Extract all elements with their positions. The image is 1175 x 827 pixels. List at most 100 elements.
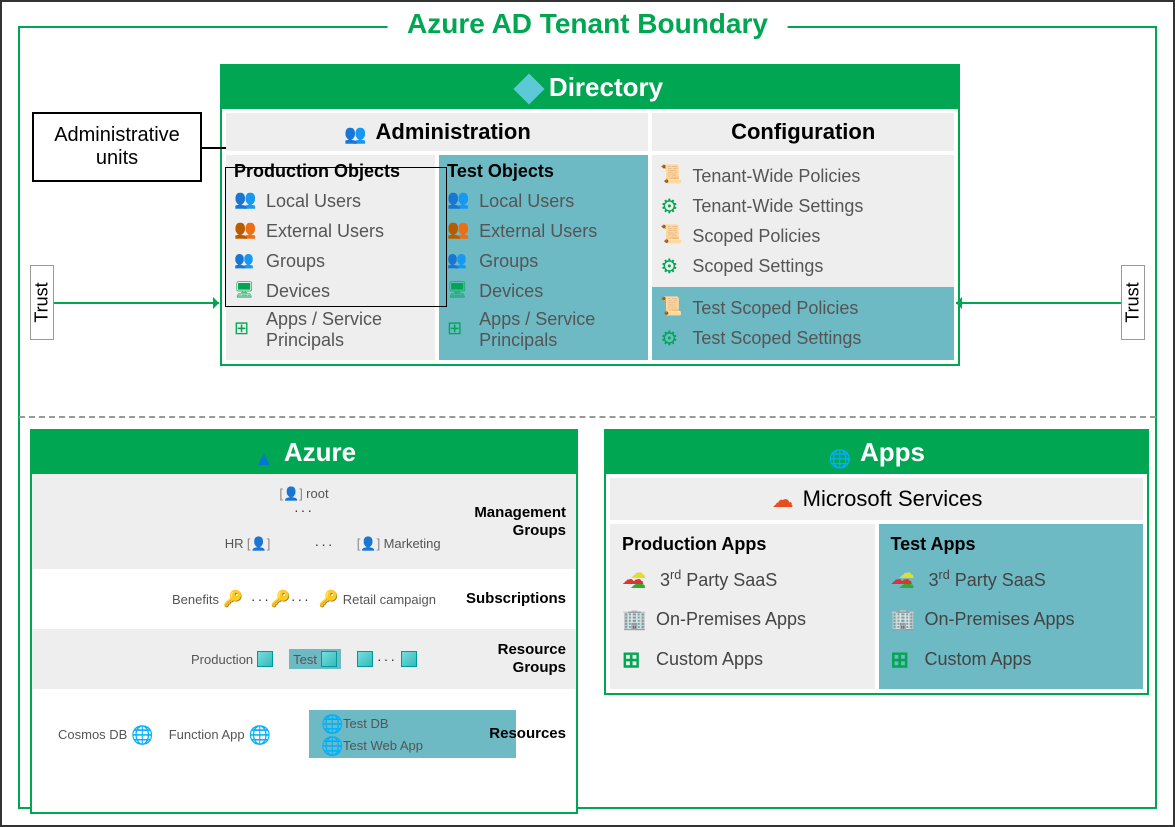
test-external-users: External Users [447, 216, 640, 246]
azure-icon [252, 441, 276, 465]
building-icon [622, 607, 646, 631]
users-icon [234, 219, 258, 243]
azure-box: Azure root ··· HR ··· Marketing Manageme… [30, 429, 578, 814]
key-icon [223, 589, 243, 609]
production-apps-col: Production Apps 3rd Party SaaS On-Premis… [610, 524, 875, 689]
group-icon [447, 249, 471, 273]
test-3rd-party-saas: 3rd Party SaaS [891, 559, 1132, 599]
trust-arrow-right [956, 302, 1121, 304]
directory-box: Directory Administration Production Obje… [220, 64, 960, 366]
ms-services-row: Microsoft Services [610, 478, 1143, 520]
directory-header: Directory [222, 66, 958, 109]
au-connector-line [202, 147, 226, 149]
grid-icon [891, 647, 915, 671]
building-icon [891, 607, 915, 631]
multi-cloud-icon [891, 567, 919, 591]
azure-header: Azure [32, 431, 576, 474]
scroll-icon [660, 296, 684, 320]
prod-custom-apps: Custom Apps [622, 639, 863, 679]
gear-icon [660, 194, 684, 218]
key-icon [271, 589, 291, 609]
dashed-divider [19, 416, 1156, 418]
globe-icon [321, 714, 339, 732]
apps-header: Apps [606, 431, 1147, 474]
administration-header: Administration [226, 113, 648, 151]
prod-3rd-party-saas: 3rd Party SaaS [622, 559, 863, 599]
globe-icon [131, 725, 149, 743]
tier-resource-groups: Production Test ··· Resource Groups [32, 629, 576, 689]
users-icon [447, 219, 471, 243]
cfg-tenant-policies: Tenant-Wide Policies [660, 161, 946, 191]
prod-groups: Groups [234, 246, 427, 276]
cfg-test-scoped-policies: Test Scoped Policies [660, 293, 946, 323]
tier-label-mgmt: Management Groups [456, 504, 566, 540]
cfg-test-scoped-settings: Test Scoped Settings [660, 323, 946, 353]
device-icon [234, 279, 258, 303]
tier-mgmt-groups: root ··· HR ··· Marketing Management Gro… [32, 474, 576, 569]
cube-icon [401, 651, 417, 667]
prod-onprem-apps: On-Premises Apps [622, 599, 863, 639]
cfg-tenant-settings: Tenant-Wide Settings [660, 191, 946, 221]
gear-icon [660, 254, 684, 278]
multi-cloud-icon [622, 567, 650, 591]
scroll-icon [660, 164, 684, 188]
device-icon [447, 279, 471, 303]
apps-icon [447, 318, 471, 342]
scroll-icon [660, 224, 684, 248]
globe-icon [249, 725, 267, 743]
prod-local-users: Local Users [234, 186, 427, 216]
cube-icon [257, 651, 273, 667]
production-apps-title: Production Apps [622, 534, 863, 555]
cube-icon [321, 651, 337, 667]
test-apps-title: Test Apps [891, 534, 1132, 555]
group-icon [234, 249, 258, 273]
directory-icon [517, 76, 541, 100]
grid-icon [622, 647, 646, 671]
configuration-header: Configuration [652, 113, 954, 151]
globe-icon [321, 736, 339, 754]
test-objects-col: Test Objects Local Users External Users … [439, 155, 648, 360]
tier-label-rg: Resource Groups [456, 641, 566, 677]
users-icon [447, 189, 471, 213]
tier-label-resources: Resources [456, 725, 566, 743]
test-groups: Groups [447, 246, 640, 276]
mgmt-group-icon [247, 537, 270, 551]
cfg-scoped-settings: Scoped Settings [660, 251, 946, 281]
boundary-title: Azure AD Tenant Boundary [387, 8, 788, 40]
admin-icon [344, 120, 368, 144]
trust-label-right: Trust [1121, 265, 1145, 340]
test-apps-col: Test Apps 3rd Party SaaS On-Premises App… [879, 524, 1144, 689]
production-objects-col: Production Objects Local Users External … [226, 155, 435, 360]
cube-icon [357, 651, 373, 667]
test-onprem-apps: On-Premises Apps [891, 599, 1132, 639]
gear-icon [660, 326, 684, 350]
admin-units-label-box: Administrative units [32, 112, 202, 182]
ms-cloud-icon [771, 487, 795, 511]
production-objects-title: Production Objects [234, 161, 427, 182]
apps-box: Apps Microsoft Services Production Apps … [604, 429, 1149, 695]
config-list-test: Test Scoped Policies Test Scoped Setting… [652, 287, 954, 360]
config-list-prod: Tenant-Wide Policies Tenant-Wide Setting… [652, 155, 954, 287]
test-devices: Devices [447, 276, 640, 306]
tier-resources: Cosmos DB Function App Test DB Test Web … [32, 689, 576, 779]
tier-subscriptions: Benefits ··· ··· Retail campaign Subscri… [32, 569, 576, 629]
test-apps-sp: Apps / Service Principals [447, 306, 640, 354]
res-testdb: Test DB [321, 714, 389, 732]
res-testweb: Test Web App [321, 736, 423, 754]
users-icon [234, 189, 258, 213]
trust-arrow-left [54, 302, 219, 304]
mgmt-group-icon [279, 487, 302, 501]
trust-label-left: Trust [30, 265, 54, 340]
cfg-scoped-policies: Scoped Policies [660, 221, 946, 251]
tier-label-subs: Subscriptions [456, 590, 566, 608]
prod-apps-sp: Apps / Service Principals [234, 306, 427, 354]
prod-external-users: External Users [234, 216, 427, 246]
prod-devices: Devices [234, 276, 427, 306]
res-cosmos: Cosmos DB [58, 725, 149, 743]
test-objects-title: Test Objects [447, 161, 640, 182]
apps-icon [234, 318, 258, 342]
key-icon [319, 589, 339, 609]
res-function: Function App [169, 725, 267, 743]
test-local-users: Local Users [447, 186, 640, 216]
mgmt-group-icon [357, 537, 380, 551]
